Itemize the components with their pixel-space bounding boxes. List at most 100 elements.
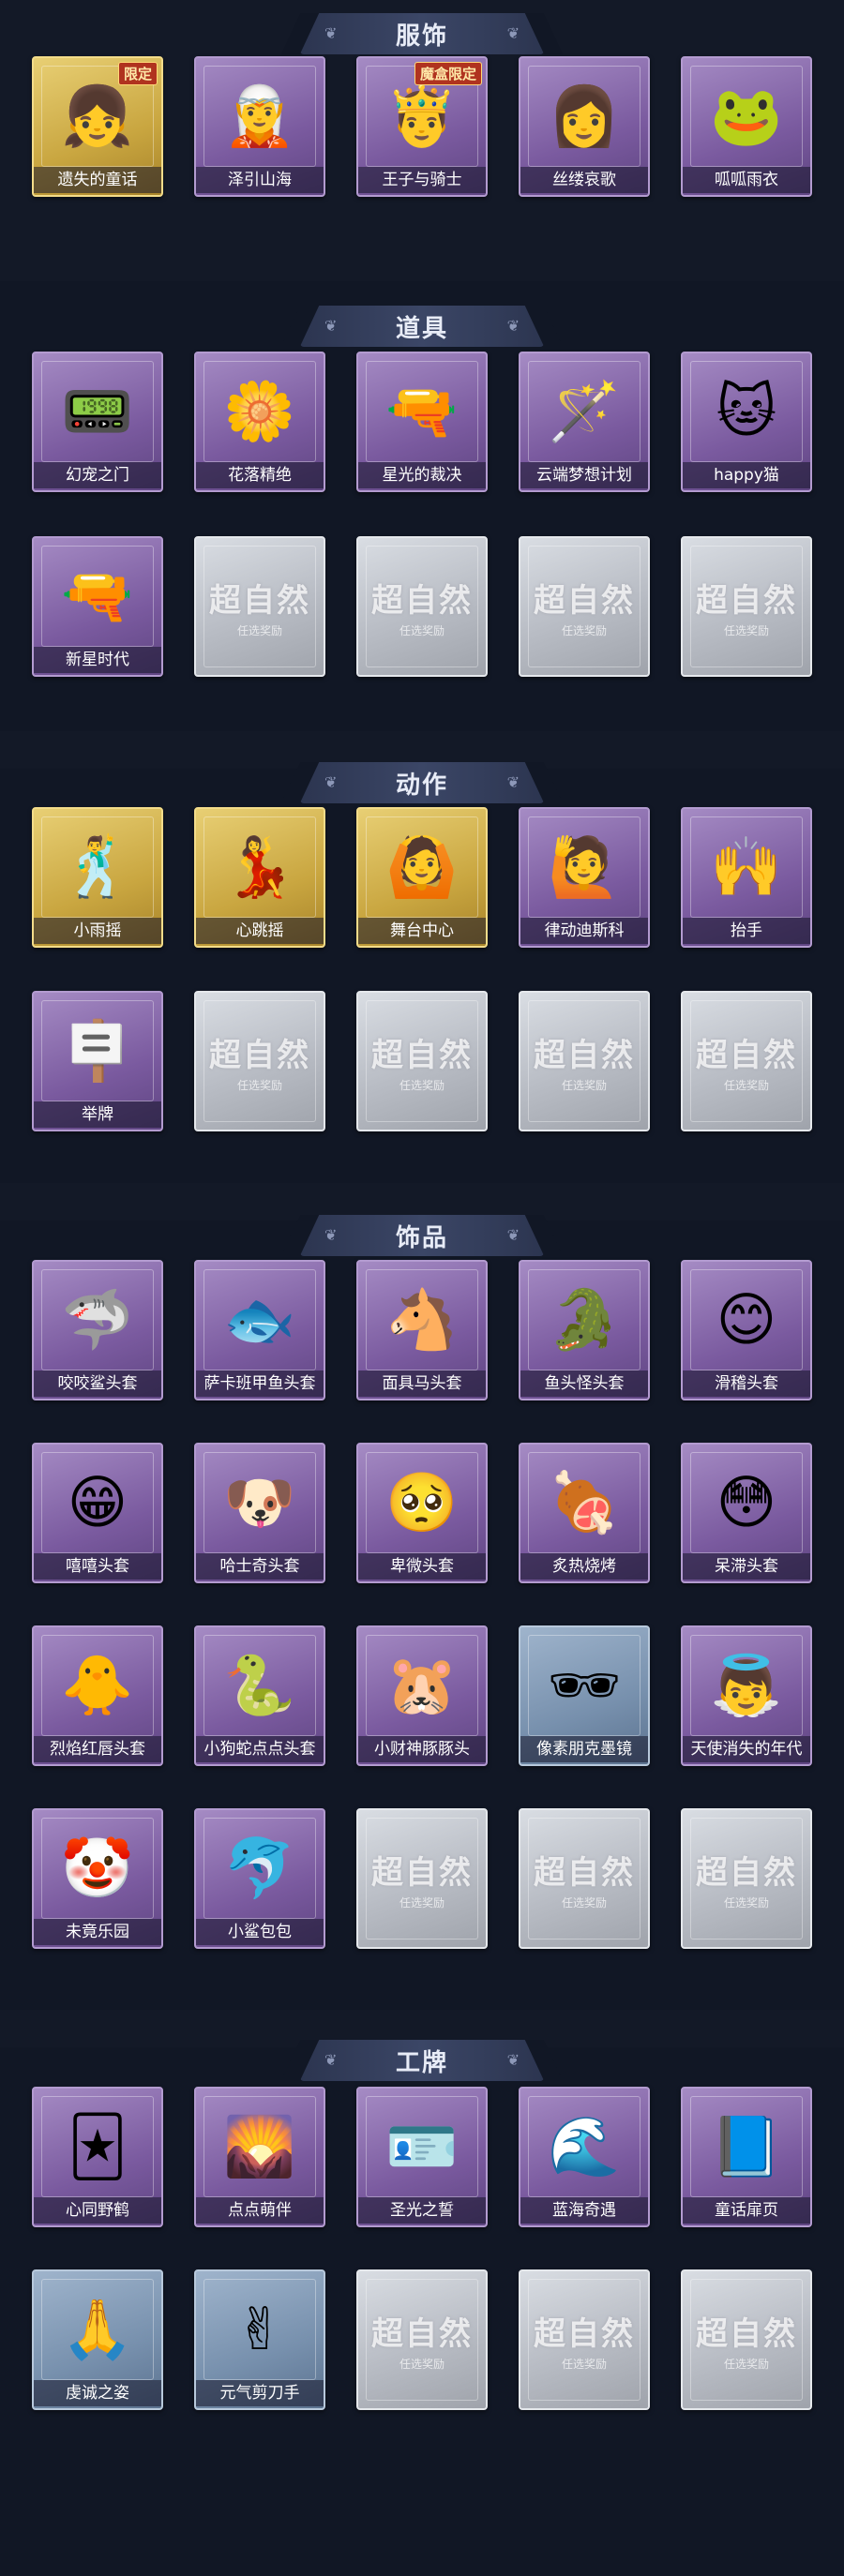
- empty-slot-mark: 超自然 任选奖励: [690, 546, 803, 667]
- reward-name: 新星时代: [34, 647, 161, 673]
- elf-portrait-icon: 🧝: [223, 82, 296, 150]
- reward-card[interactable]: 🐹 小财神豚豚头: [356, 1625, 488, 1766]
- reward-image: 🐍: [203, 1635, 316, 1736]
- watermark-subtext: 任选奖励: [561, 624, 607, 637]
- watermark-text: 超自然: [371, 2315, 473, 2353]
- reward-card[interactable]: 🃏 心同野鹤: [32, 2087, 163, 2227]
- reward-card[interactable]: 🙏 虔诚之姿: [32, 2269, 163, 2410]
- reward-name: 小狗蛇点点头套: [196, 1736, 324, 1762]
- watermark-text: 超自然: [696, 2315, 797, 2353]
- reward-card[interactable]: 🌼 花落精绝: [194, 352, 325, 492]
- reward-card[interactable]: ✌ 元气剪刀手: [194, 2269, 325, 2410]
- reward-card[interactable]: 🌄 点点萌伴: [194, 2087, 325, 2227]
- watermark-logo: 超自然 任选奖励: [371, 575, 473, 638]
- reward-card[interactable]: 💃 心跳摇: [194, 807, 325, 948]
- fairytale-card-icon: 📘: [710, 2112, 783, 2180]
- reward-card[interactable]: 🌊 蓝海奇遇: [519, 2087, 650, 2227]
- reward-image: 🪧: [41, 1000, 154, 1101]
- reward-card[interactable]: 😁 嘻嘻头套: [32, 1443, 163, 1583]
- watermark-text: 超自然: [534, 1854, 635, 1892]
- reward-card[interactable]: 🐍 小狗蛇点点头套: [194, 1625, 325, 1766]
- reward-name: 天使消失的年代: [683, 1736, 810, 1762]
- limited-badge: 限定: [117, 62, 158, 85]
- reward-card[interactable]: 🐊 鱼头怪头套: [519, 1260, 650, 1400]
- reward-card[interactable]: 🐱 happy猫: [681, 352, 812, 492]
- empty-slot-mark: 超自然 任选奖励: [528, 546, 641, 667]
- reward-name: 心跳摇: [196, 918, 324, 944]
- reward-card[interactable]: 😳 呆滞头套: [681, 1443, 812, 1583]
- reward-card[interactable]: 🪄 云端梦想计划: [519, 352, 650, 492]
- reward-card[interactable]: 🪧 举牌: [32, 991, 163, 1131]
- reward-card[interactable]: 🥺 卑微头套: [356, 1443, 488, 1583]
- reward-name: 舞台中心: [358, 918, 486, 944]
- reward-card[interactable]: 🙆 舞台中心: [356, 807, 488, 948]
- empty-slot-mark: 超自然 任选奖励: [366, 1818, 478, 1939]
- reward-card[interactable]: 🧝 泽引山海: [194, 56, 325, 197]
- empty-slot-mark: 超自然 任选奖励: [203, 1000, 316, 1122]
- reward-card[interactable]: 🔫 星光的裁决: [356, 352, 488, 492]
- flower-pendant-icon: 🌼: [223, 377, 296, 445]
- reward-card[interactable]: 🙌 抬手: [681, 807, 812, 948]
- reward-name: 小鲨包包: [196, 1919, 324, 1945]
- reward-card[interactable]: 🪪 圣光之誓: [356, 2087, 488, 2227]
- pixel-sunglasses-icon: 🕶: [547, 1651, 622, 1719]
- reward-card[interactable]: 🐸 呱呱雨衣: [681, 56, 812, 197]
- reward-card[interactable]: 👼 天使消失的年代: [681, 1625, 812, 1766]
- reward-card[interactable]: 📟 幻宠之门: [32, 352, 163, 492]
- reward-card[interactable]: 🤡 未竟乐园: [32, 1808, 163, 1949]
- watermark-subtext: 任选奖励: [236, 1079, 282, 1092]
- watermark-subtext: 任选奖励: [561, 1896, 607, 1910]
- reward-name: 萨卡班甲鱼头套: [196, 1370, 324, 1397]
- rain-dance-pose-icon: 🕺: [61, 832, 134, 901]
- disco-pose-icon: 🙋: [548, 832, 621, 901]
- watermark-logo: 超自然 任选奖励: [534, 2308, 635, 2372]
- empty-reward-slot: 超自然 任选奖励: [681, 536, 812, 677]
- empty-reward-slot: 超自然 任选奖励: [356, 536, 488, 677]
- reward-card[interactable]: 🐬 小鲨包包: [194, 1808, 325, 1949]
- fish-monster-head-icon: 🐊: [548, 1285, 621, 1354]
- reward-card[interactable]: 🦈 咬咬鲨头套: [32, 1260, 163, 1400]
- shark-head-icon: 🦈: [61, 1285, 134, 1354]
- reward-card[interactable]: 🙋 律动迪斯科: [519, 807, 650, 948]
- reward-name: 遗失的童话: [34, 167, 161, 193]
- swirl-ornament-icon: ❦: [506, 1226, 520, 1244]
- watermark-logo: 超自然 任选奖励: [534, 1029, 635, 1093]
- reward-card[interactable]: 🕺 小雨摇: [32, 807, 163, 948]
- swirl-ornament-icon: ❦: [324, 2051, 338, 2069]
- watermark-logo: 超自然 任选奖励: [696, 2308, 797, 2372]
- watermark-logo: 超自然 任选奖励: [534, 1847, 635, 1910]
- swirl-ornament-icon: ❦: [506, 24, 520, 42]
- reward-card[interactable]: 🐟 萨卡班甲鱼头套: [194, 1260, 325, 1400]
- reward-name: 抬手: [683, 918, 810, 944]
- stage-pose-icon: 🙆: [385, 832, 459, 901]
- empty-slot-mark: 超自然 任选奖励: [366, 2279, 478, 2401]
- reward-card[interactable]: 🍖 炙热烧烤: [519, 1443, 650, 1583]
- reward-card[interactable]: 🐴 面具马头套: [356, 1260, 488, 1400]
- reward-card[interactable]: 👧 限定 遗失的童话: [32, 56, 163, 197]
- reward-name: 童话扉页: [683, 2197, 810, 2224]
- pet-device-icon: 📟: [61, 377, 134, 445]
- empty-slot-mark: 超自然 任选奖励: [528, 2279, 641, 2401]
- reward-card[interactable]: 📘 童话扉页: [681, 2087, 812, 2227]
- watermark-logo: 超自然 任选奖励: [696, 1847, 797, 1910]
- reward-name: 点点萌伴: [196, 2197, 324, 2224]
- reward-card[interactable]: 🤴 魔盒限定 王子与骑士: [356, 56, 488, 197]
- watermark-subtext: 任选奖励: [723, 624, 769, 637]
- empty-reward-slot: 超自然 任选奖励: [681, 991, 812, 1131]
- swirl-ornament-icon: ❦: [324, 773, 338, 791]
- prince-portrait-icon: 🤴: [385, 82, 459, 150]
- reward-name: 小财神豚豚头: [358, 1736, 486, 1762]
- reward-card[interactable]: 🐶 哈士奇头套: [194, 1443, 325, 1583]
- reward-card[interactable]: 🕶 像素朋克墨镜: [519, 1625, 650, 1766]
- watermark-logo: 超自然 任选奖励: [371, 2308, 473, 2372]
- reward-card[interactable]: 👩 丝缕哀歌: [519, 56, 650, 197]
- reward-card[interactable]: 🐥 烈焰红唇头套: [32, 1625, 163, 1766]
- reward-card[interactable]: 😊 滑稽头套: [681, 1260, 812, 1400]
- reward-image: 🃏: [41, 2096, 154, 2197]
- watermark-logo: 超自然 任选奖励: [696, 1029, 797, 1093]
- reward-image: 🍖: [528, 1452, 641, 1553]
- reward-name: 未竟乐园: [34, 1919, 161, 1945]
- reward-image: 🕺: [41, 816, 154, 918]
- lips-head-icon: 🐥: [61, 1651, 134, 1719]
- reward-card[interactable]: 🔫 新星时代: [32, 536, 163, 677]
